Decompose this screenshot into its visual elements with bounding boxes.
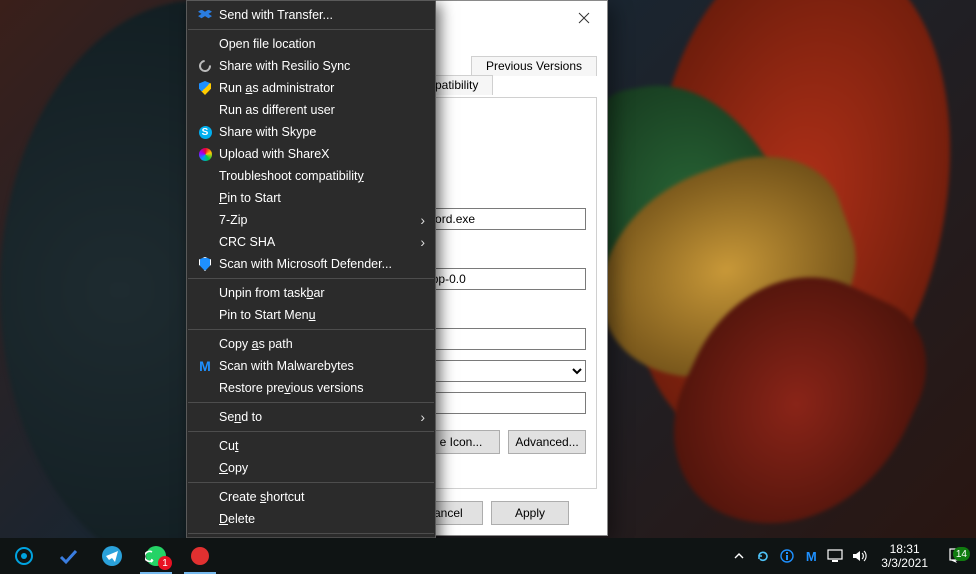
context-menu-icon-placeholder	[195, 438, 215, 454]
todo-icon[interactable]	[46, 538, 90, 574]
context-menu-item[interactable]: 7-Zip	[187, 209, 435, 231]
context-menu-label: Copy as path	[219, 337, 425, 351]
context-menu-label: Unpin from taskbar	[219, 286, 425, 300]
advanced-button[interactable]: Advanced...	[508, 430, 586, 454]
context-menu-label: Send with Transfer...	[219, 8, 425, 22]
context-menu-item[interactable]: CRC SHA	[187, 231, 435, 253]
context-menu-item[interactable]: Pin to Start Menu	[187, 304, 435, 326]
context-menu-icon-placeholder	[195, 168, 215, 184]
tab-previous-versions[interactable]: Previous Versions	[471, 56, 597, 76]
context-menu-separator	[188, 431, 434, 432]
dialog-close-button[interactable]	[567, 7, 601, 29]
taskbar: 1 M 18:31 3/3/2021 14	[0, 538, 976, 574]
taskbar-left: 1	[0, 538, 222, 574]
shield-icon	[195, 80, 215, 96]
context-menu-icon-placeholder	[195, 409, 215, 425]
context-menu-icon-placeholder	[195, 190, 215, 206]
context-menu-label: Run as administrator	[219, 81, 425, 95]
tray-chevron-icon[interactable]	[727, 538, 751, 574]
context-menu-label: Troubleshoot compatibility	[219, 169, 425, 183]
context-menu-label: Open file location	[219, 37, 425, 51]
app-icon[interactable]	[178, 538, 222, 574]
context-menu: Send with Transfer... Open file location S…	[186, 0, 436, 563]
context-menu-label: 7-Zip	[219, 213, 425, 227]
context-menu-item[interactable]: Upload with ShareX	[187, 143, 435, 165]
tray-sync-icon[interactable]	[751, 538, 775, 574]
context-menu-label: Share with Skype	[219, 125, 425, 139]
context-menu-label: Restore previous versions	[219, 381, 425, 395]
context-menu-item[interactable]: Run as administrator	[187, 77, 435, 99]
taskbar-clock[interactable]: 18:31 3/3/2021	[871, 542, 938, 570]
context-menu-item[interactable]: Send to	[187, 406, 435, 428]
whatsapp-icon[interactable]: 1	[134, 538, 178, 574]
skype-icon: S	[195, 124, 215, 140]
notification-badge: 14	[953, 547, 970, 561]
context-menu-label: Create shortcut	[219, 490, 425, 504]
context-menu-item[interactable]: Troubleshoot compatibility	[187, 165, 435, 187]
context-menu-item[interactable]: Cut	[187, 435, 435, 457]
tray-malwarebytes-icon[interactable]: M	[799, 538, 823, 574]
system-tray: M	[727, 538, 871, 574]
context-menu-item[interactable]: Restore previous versions	[187, 377, 435, 399]
context-menu-item[interactable]: Copy	[187, 457, 435, 479]
context-menu-label: Pin to Start	[219, 191, 425, 205]
context-menu-icon-placeholder	[195, 234, 215, 250]
context-menu-icon-placeholder	[195, 102, 215, 118]
tray-volume-icon[interactable]	[847, 538, 871, 574]
context-menu-item[interactable]: S Share with Skype	[187, 121, 435, 143]
context-menu-label: Send to	[219, 410, 425, 424]
context-menu-label: Run as different user	[219, 103, 425, 117]
context-menu-icon-placeholder	[195, 212, 215, 228]
context-menu-icon-placeholder	[195, 489, 215, 505]
context-menu-label: Scan with Malwarebytes	[219, 359, 425, 373]
intel-icon[interactable]	[2, 538, 46, 574]
clock-date: 3/3/2021	[881, 556, 928, 570]
taskbar-right: M 18:31 3/3/2021 14	[727, 538, 976, 574]
context-menu-label: Pin to Start Menu	[219, 308, 425, 322]
context-menu-icon-placeholder	[195, 36, 215, 52]
context-menu-label: CRC SHA	[219, 235, 425, 249]
context-menu-item[interactable]: Create shortcut	[187, 486, 435, 508]
context-menu-label: Cut	[219, 439, 425, 453]
context-menu-label: Upload with ShareX	[219, 147, 425, 161]
context-menu-item[interactable]: Run as different user	[187, 99, 435, 121]
tray-info-icon[interactable]	[775, 538, 799, 574]
context-menu-item[interactable]: Copy as path	[187, 333, 435, 355]
context-menu-icon-placeholder	[195, 380, 215, 396]
context-menu-separator	[188, 482, 434, 483]
context-menu-separator	[188, 329, 434, 330]
context-menu-item[interactable]: Unpin from taskbar	[187, 282, 435, 304]
clock-time: 18:31	[881, 542, 928, 556]
context-menu-separator	[188, 533, 434, 534]
context-menu-separator	[188, 29, 434, 30]
context-menu-item[interactable]: Send with Transfer...	[187, 4, 435, 26]
context-menu-label: Scan with Microsoft Defender...	[219, 257, 425, 271]
context-menu-item[interactable]: Pin to Start	[187, 187, 435, 209]
dropbox-icon	[195, 7, 215, 23]
context-menu-item[interactable]: Scan with Microsoft Defender...	[187, 253, 435, 275]
context-menu-separator	[188, 278, 434, 279]
defender-icon	[195, 256, 215, 272]
context-menu-item[interactable]: Open file location	[187, 33, 435, 55]
context-menu-separator	[188, 402, 434, 403]
context-menu-item[interactable]: Delete	[187, 508, 435, 530]
context-menu-label: Share with Resilio Sync	[219, 59, 425, 73]
taskbar-badge: 1	[158, 556, 172, 570]
tray-display-icon[interactable]	[823, 538, 847, 574]
apply-button[interactable]: Apply	[491, 501, 569, 525]
context-menu-icon-placeholder	[195, 285, 215, 301]
telegram-icon[interactable]	[90, 538, 134, 574]
context-menu-label: Delete	[219, 512, 425, 526]
context-menu-icon-placeholder	[195, 336, 215, 352]
context-menu-icon-placeholder	[195, 307, 215, 323]
notification-center-button[interactable]: 14	[938, 547, 976, 565]
sharex-icon	[195, 146, 215, 162]
context-menu-item[interactable]: Share with Resilio Sync	[187, 55, 435, 77]
malwarebytes-icon: M	[195, 358, 215, 374]
sync-icon	[195, 58, 215, 74]
context-menu-item[interactable]: M Scan with Malwarebytes	[187, 355, 435, 377]
context-menu-icon-placeholder	[195, 460, 215, 476]
context-menu-icon-placeholder	[195, 511, 215, 527]
context-menu-label: Copy	[219, 461, 425, 475]
